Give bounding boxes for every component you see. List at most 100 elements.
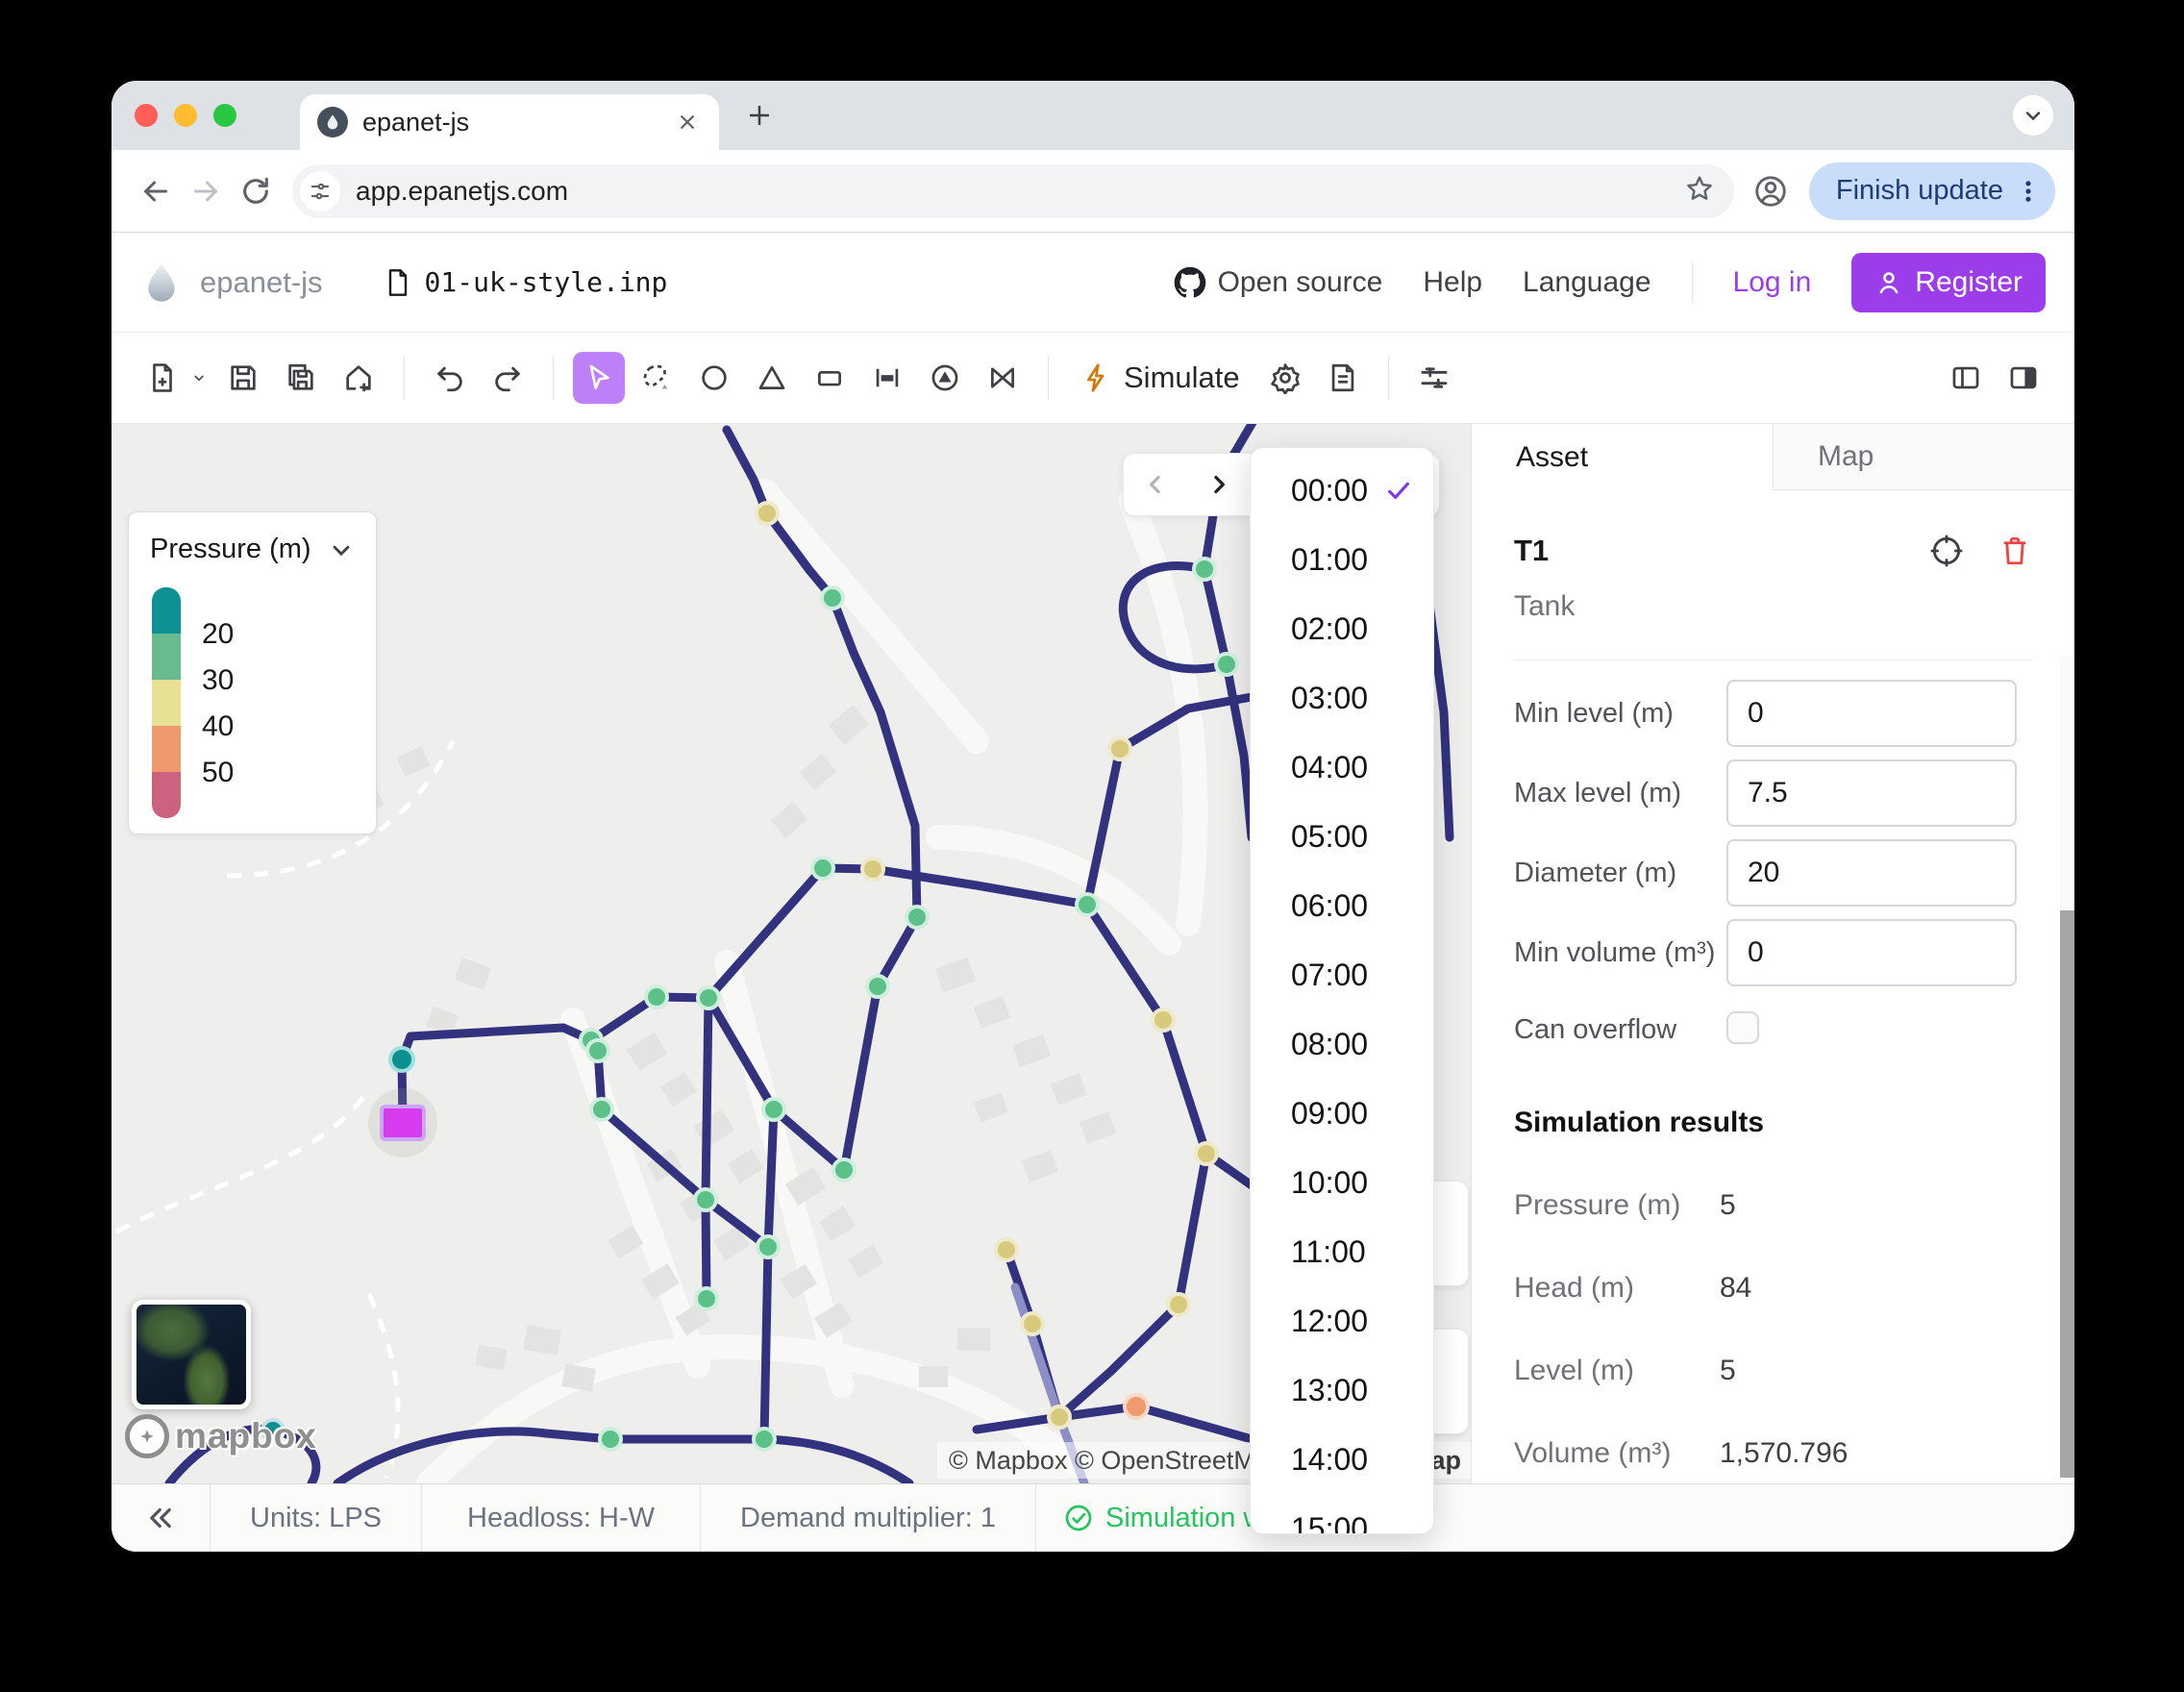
collapse-statusbar-button[interactable] (112, 1484, 210, 1552)
time-option[interactable]: 01:00 (1251, 525, 1433, 594)
minimap-globe[interactable] (132, 1300, 251, 1409)
junction-nodes[interactable] (262, 503, 1237, 1450)
min-volume-input[interactable] (1726, 919, 2017, 986)
panel-scrollbar[interactable] (2060, 657, 2074, 1483)
tank-tool-rect-icon[interactable] (804, 352, 856, 404)
result-value: 5 (1720, 1189, 1736, 1222)
time-option[interactable]: 04:00 (1251, 733, 1433, 802)
legend-title[interactable]: Pressure (m) (150, 534, 311, 565)
legend-tick: 50 (202, 757, 234, 789)
delete-trash-icon[interactable] (1998, 534, 2032, 568)
lasso-select-tool[interactable] (631, 352, 682, 404)
reload-icon[interactable] (231, 166, 281, 216)
time-option[interactable]: 10:00 (1251, 1148, 1433, 1217)
redo-button[interactable] (482, 352, 534, 404)
forward-icon[interactable] (181, 166, 231, 216)
finish-update-button[interactable]: Finish update (1809, 162, 2055, 220)
field-label: Max level (m) (1514, 778, 1726, 809)
site-settings-icon[interactable] (300, 171, 340, 212)
time-option[interactable]: 05:00 (1251, 802, 1433, 871)
undo-button[interactable] (424, 352, 476, 404)
pump-tool-icon[interactable] (919, 352, 971, 404)
export-inp-button[interactable] (333, 352, 385, 404)
new-tab-button[interactable] (738, 94, 781, 137)
epanet-droplet-logo-icon (140, 261, 183, 304)
time-option[interactable]: 14:00 (1251, 1425, 1433, 1494)
pipe-tool-icon[interactable] (861, 352, 913, 404)
panel-scrollbar-thumb[interactable] (2060, 910, 2074, 1478)
select-pointer-tool[interactable] (573, 352, 625, 404)
time-option[interactable]: 06:00 (1251, 871, 1433, 940)
browser-menu-kebab-icon[interactable] (2015, 178, 2042, 205)
tab-close-icon[interactable] (673, 108, 702, 137)
simulation-status[interactable]: Simulation w (1035, 1484, 2074, 1552)
simulate-button[interactable]: Simulate (1068, 352, 1253, 404)
time-option[interactable]: 13:00 (1251, 1356, 1433, 1425)
time-option-selected[interactable]: 00:00 (1251, 456, 1433, 525)
bookmark-star-icon[interactable] (1684, 173, 1715, 209)
maximize-window-button[interactable] (213, 104, 236, 127)
url-bar[interactable]: app.epanetjs.com (292, 164, 1734, 218)
save-as-button[interactable] (275, 352, 327, 404)
browser-navbar: app.epanetjs.com Finish update (112, 150, 2074, 233)
time-option[interactable]: 11:00 (1251, 1217, 1433, 1286)
map-settings-sliders-icon[interactable] (1408, 352, 1460, 404)
time-option[interactable]: 02:00 (1251, 594, 1433, 663)
finish-update-label: Finish update (1836, 175, 2003, 207)
back-icon[interactable] (131, 166, 181, 216)
log-in-link[interactable]: Log in (1733, 266, 1812, 299)
tab-asset[interactable]: Asset (1472, 424, 1773, 490)
profile-icon[interactable] (1746, 166, 1796, 216)
minimize-window-button[interactable] (174, 104, 197, 127)
previous-time-icon[interactable] (1124, 453, 1187, 516)
brand-name: epanet-js (200, 265, 323, 300)
github-icon (1174, 266, 1206, 299)
register-button[interactable]: Register (1851, 253, 2046, 312)
units-status[interactable]: Units: LPS (210, 1484, 421, 1552)
help-link[interactable]: Help (1423, 266, 1482, 299)
tab-title: epanet-js (362, 108, 469, 137)
demand-multiplier-status[interactable]: Demand multiplier: 1 (700, 1484, 1035, 1552)
save-button[interactable] (217, 352, 269, 404)
asset-id: T1 (1514, 534, 1549, 568)
locate-crosshair-icon[interactable] (1928, 533, 1965, 569)
time-option[interactable]: 08:00 (1251, 1009, 1433, 1079)
can-overflow-checkbox[interactable] (1726, 1011, 1759, 1044)
file-chip[interactable]: 01-uk-style.inp (383, 266, 668, 298)
new-file-chevron-icon[interactable] (190, 369, 211, 386)
min-level-input[interactable] (1726, 680, 2017, 747)
language-link[interactable]: Language (1523, 266, 1650, 299)
open-source-link[interactable]: Open source (1174, 266, 1383, 299)
simulation-settings-gear-icon[interactable] (1259, 352, 1311, 404)
mapbox-logo[interactable]: mapbox (125, 1414, 317, 1458)
tab-search-chevron-icon[interactable] (2013, 95, 2053, 136)
diameter-input[interactable] (1726, 839, 2017, 907)
tank-t1-selected[interactable] (368, 1088, 437, 1157)
headloss-status[interactable]: Headloss: H-W (421, 1484, 700, 1552)
legend-chevron-down-icon[interactable] (328, 536, 355, 563)
time-option[interactable]: 03:00 (1251, 663, 1433, 733)
junction-tool-circle-icon[interactable] (688, 352, 740, 404)
new-file-button[interactable] (136, 352, 188, 404)
report-document-icon[interactable] (1317, 352, 1369, 404)
time-option[interactable]: 07:00 (1251, 940, 1433, 1009)
browser-tab[interactable]: epanet-js (300, 94, 719, 150)
time-option[interactable]: 09:00 (1251, 1079, 1433, 1148)
result-label: Volume (m³) (1514, 1437, 1720, 1470)
close-window-button[interactable] (135, 104, 158, 127)
next-time-icon[interactable] (1187, 453, 1251, 516)
max-level-input[interactable] (1726, 759, 2017, 827)
file-name: 01-uk-style.inp (425, 266, 668, 298)
time-option[interactable]: 12:00 (1251, 1286, 1433, 1356)
time-option[interactable]: 15:00 (1251, 1494, 1433, 1534)
legend-tick: 30 (202, 664, 234, 697)
tab-map[interactable]: Map (1773, 424, 2074, 490)
attribution-fragment: ap (1430, 1446, 1461, 1476)
url-text[interactable]: app.epanetjs.com (356, 176, 568, 207)
toggle-right-panel-icon[interactable] (1998, 352, 2049, 404)
toggle-left-panel-icon[interactable] (1940, 352, 1992, 404)
reservoir-tool-triangle-icon[interactable] (746, 352, 798, 404)
app-header: epanet-js 01-uk-style.inp Open source He… (112, 233, 2074, 333)
valve-tool-icon[interactable] (977, 352, 1029, 404)
time-dropdown[interactable]: 00:00 01:00 02:00 03:00 04:00 05:00 06:0… (1250, 447, 1434, 1534)
